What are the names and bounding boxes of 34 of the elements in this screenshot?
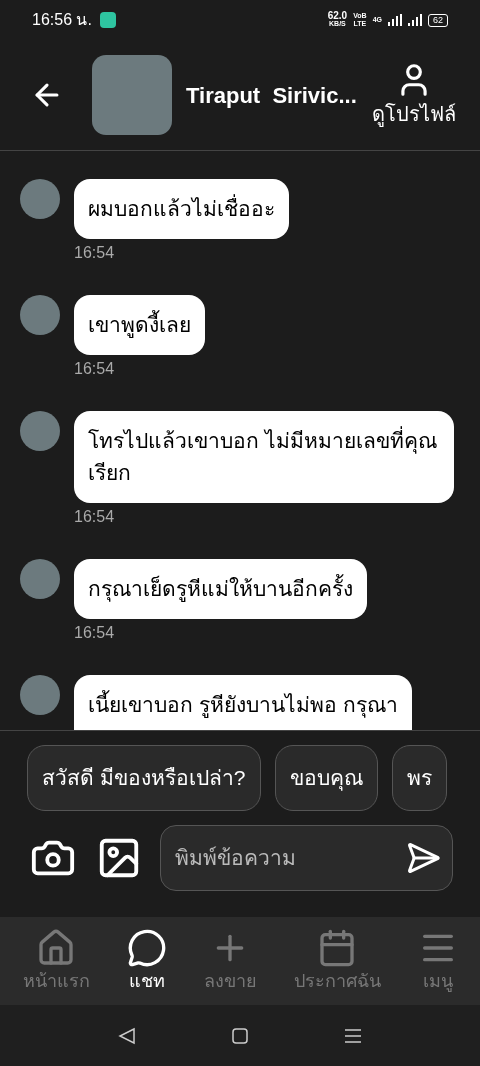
battery-indicator: 62 <box>428 13 448 27</box>
app-notification-icon <box>99 12 116 28</box>
message-input-field[interactable]: พิมพ์ข้อความ <box>160 825 453 891</box>
message-time: 16:54 <box>74 243 116 263</box>
view-profile-button[interactable]: ดูโปรไฟล์ <box>372 61 456 129</box>
message-time: 16:54 <box>74 623 116 643</box>
home-square-icon[interactable] <box>232 1027 248 1044</box>
calendar-icon <box>317 927 357 968</box>
avatar <box>20 559 60 599</box>
message-bubble: เนี้ยเขาบอก รูหียังบานไม่พอ กรุณา <box>74 675 412 730</box>
avatar <box>20 675 60 715</box>
message-bubble: กรุณาเย็ดรูหีแม่ให้บานอีกครั้ง <box>74 559 367 619</box>
avatar <box>20 179 60 219</box>
home-icon <box>36 927 76 968</box>
avatar <box>20 295 60 335</box>
back-triangle-icon[interactable] <box>118 1026 136 1045</box>
quick-reply-chip[interactable]: สวัสดี มีของหรือเปล่า? <box>27 745 261 811</box>
message-bubble: เขาพูดงี้เลย <box>74 295 205 355</box>
contact-name: Tiraput Sirivic... <box>186 81 358 110</box>
quick-reply-chip[interactable]: พร <box>391 745 447 811</box>
network-speed: 62.0 <box>327 12 348 20</box>
menu-icon[interactable] <box>344 1027 362 1044</box>
nav-tab[interactable]: แชท <box>126 927 167 995</box>
message-bubble: ผมบอกแล้วไม่เชื่ออะ <box>74 179 289 239</box>
signal-icon <box>388 14 402 26</box>
send-icon[interactable] <box>405 840 441 876</box>
quick-reply-chip[interactable]: ขอบคุณ <box>274 745 378 811</box>
chat-bubble-icon <box>126 927 167 968</box>
signal-icon <box>408 14 422 26</box>
status-time: 16:56 น. <box>32 10 92 30</box>
message-time: 16:54 <box>74 359 116 379</box>
message-bubble: โทรไปแล้วเขาบอก ไม่มีหมายเลขที่คุณเรียก <box>74 411 454 503</box>
avatar <box>20 411 60 451</box>
message-time: 16:54 <box>74 507 116 527</box>
